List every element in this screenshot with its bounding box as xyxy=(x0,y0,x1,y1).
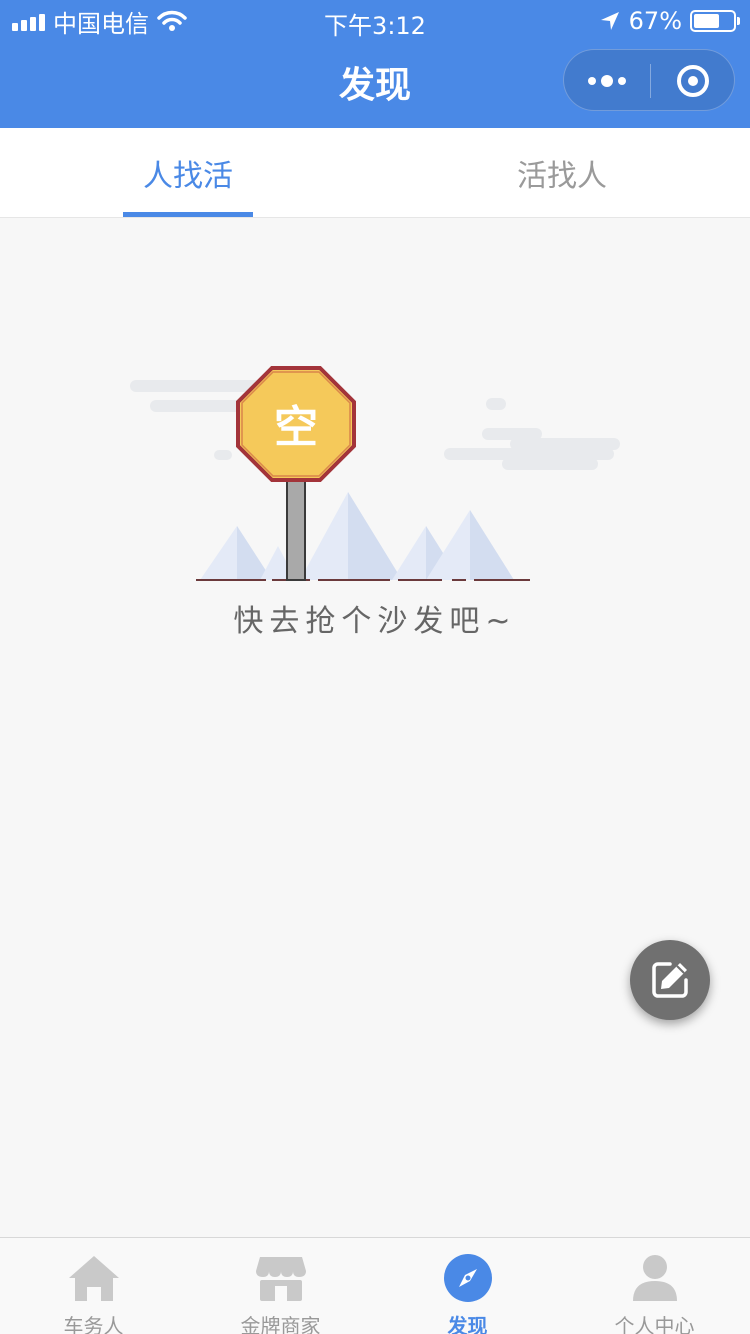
bottom-tab-home[interactable]: 车务人 xyxy=(0,1238,187,1334)
compose-button[interactable] xyxy=(630,940,710,1020)
bottom-tab-bar: 车务人 金牌商家 发现 个人中心 xyxy=(0,1237,750,1334)
bottom-tab-shop[interactable]: 金牌商家 xyxy=(187,1238,374,1334)
more-button[interactable] xyxy=(564,50,650,112)
bottom-tab-discover[interactable]: 发现 xyxy=(374,1238,561,1334)
tab-people-find-work[interactable]: 人找活 xyxy=(123,128,253,218)
close-button[interactable] xyxy=(650,50,736,112)
tab-work-find-people[interactable]: 活找人 xyxy=(497,128,627,218)
person-icon xyxy=(627,1252,683,1304)
tab-active-indicator xyxy=(123,212,253,217)
battery-percent: 67% xyxy=(628,7,682,35)
miniprogram-capsule xyxy=(563,49,735,111)
status-bar: 中国电信 下午3:12 67% xyxy=(0,0,750,40)
empty-illustration: 空 xyxy=(130,366,620,581)
edit-icon xyxy=(652,962,688,998)
header: 中国电信 下午3:12 67% 发现 xyxy=(0,0,750,128)
tab-bar: 人找活 活找人 xyxy=(0,128,750,218)
target-icon xyxy=(677,65,709,97)
battery-icon xyxy=(690,10,740,32)
location-arrow-icon xyxy=(600,12,619,30)
compass-icon xyxy=(440,1252,496,1304)
home-icon xyxy=(66,1252,122,1304)
empty-message: 快去抢个沙发吧~ xyxy=(233,604,517,639)
shop-icon xyxy=(253,1252,309,1304)
sign-text: 空 xyxy=(274,402,318,453)
bottom-tab-profile[interactable]: 个人中心 xyxy=(561,1238,748,1334)
